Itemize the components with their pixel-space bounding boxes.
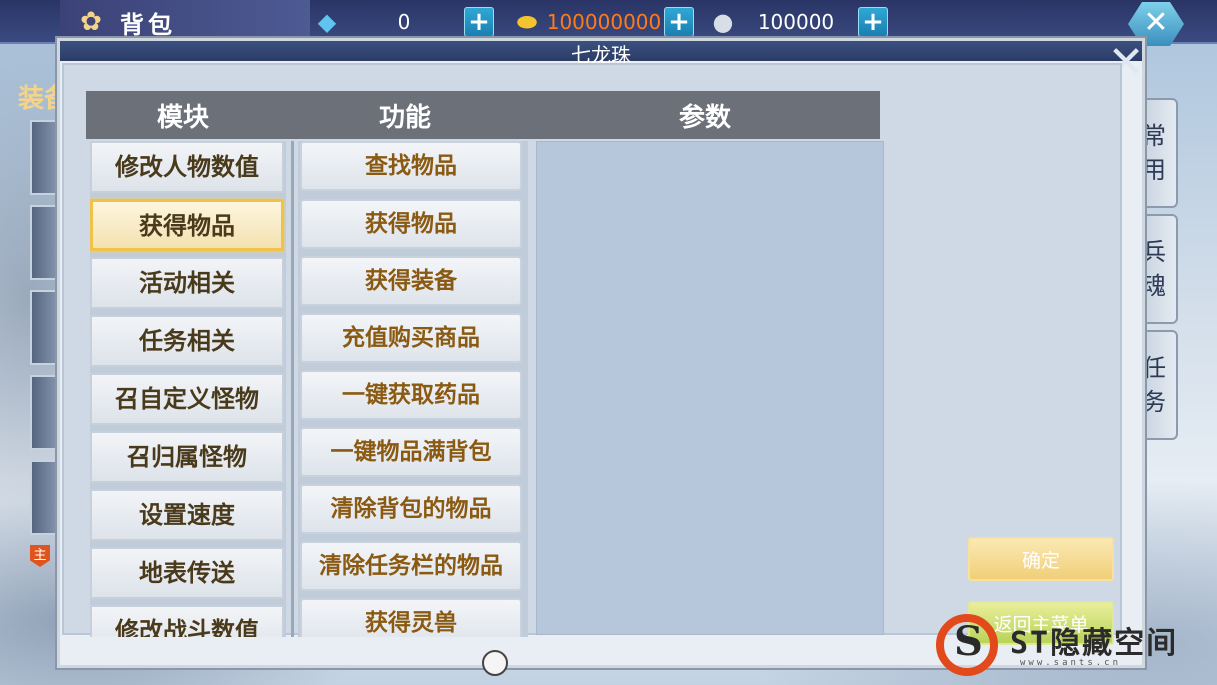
diamond-currency: ◆ 0 + <box>310 6 494 38</box>
module-header: 模块 <box>156 102 209 133</box>
function-item[interactable]: 获得装备 <box>300 256 522 306</box>
function-item[interactable]: 获得灵兽 <box>300 598 522 637</box>
silver-value: 100000 <box>757 10 835 34</box>
side-tab-task[interactable]: 任务 <box>1140 330 1178 440</box>
watermark: S ST隐藏空间 www.sants.cn <box>936 614 1206 680</box>
dialog-body: 模块 功能 参数 修改人物数值 获得物品 活动相关 任务相关 召自定义怪物 召归… <box>62 63 1122 645</box>
function-header: 功能 <box>378 102 431 133</box>
side-tab-soul[interactable]: 兵魂 <box>1140 214 1178 324</box>
function-item[interactable]: 查找物品 <box>300 141 522 191</box>
silver-currency: ● 100000 + <box>706 6 888 38</box>
module-item[interactable]: 活动相关 <box>90 257 284 309</box>
watermark-text: ST隐藏空间 <box>1010 626 1179 661</box>
bag-label: 背包 <box>120 9 176 39</box>
function-item[interactable]: 一键获取药品 <box>300 370 522 420</box>
function-item[interactable]: 清除背包的物品 <box>300 484 522 534</box>
diamond-value: 0 <box>397 10 411 34</box>
equip-slot[interactable] <box>30 290 60 365</box>
module-item[interactable]: 召自定义怪物 <box>90 373 284 425</box>
character-icon <box>482 650 508 676</box>
function-item[interactable]: 一键物品满背包 <box>300 427 522 477</box>
equip-slot[interactable] <box>30 120 60 195</box>
silver-coin-icon: ● <box>712 8 734 36</box>
equip-slot[interactable] <box>30 375 60 450</box>
gold-currency: ⬬ 100000000 + <box>510 6 694 38</box>
module-item[interactable]: 召归属怪物 <box>90 431 284 483</box>
add-silver-button[interactable]: + <box>858 7 888 37</box>
params-panel <box>536 141 884 635</box>
module-item[interactable]: 修改战斗数值 <box>90 605 284 637</box>
function-item[interactable]: 获得物品 <box>300 199 522 249</box>
watermark-url: www.sants.cn <box>1020 658 1122 668</box>
function-item[interactable]: 清除任务栏的物品 <box>300 541 522 591</box>
add-gold-button[interactable]: + <box>664 7 694 37</box>
module-item[interactable]: 任务相关 <box>90 315 284 367</box>
gold-ingot-icon: ⬬ <box>516 8 538 36</box>
diamond-icon: ◆ <box>317 8 337 36</box>
side-tab-common[interactable]: 常用 <box>1140 98 1178 208</box>
module-item[interactable]: 修改人物数值 <box>90 141 284 193</box>
params-header: 参数 <box>678 102 731 133</box>
function-item[interactable]: 充值购买商品 <box>300 313 522 363</box>
table-header: 模块 功能 参数 <box>86 91 880 139</box>
equip-slot[interactable] <box>30 460 60 535</box>
cheat-menu-dialog: 七龙珠 ✕ 模块 功能 参数 修改人物数值 获得物品 活动相关 任务相关 召自定… <box>57 38 1145 668</box>
module-scrollbar[interactable] <box>291 141 294 637</box>
gold-value: 100000000 <box>546 10 662 34</box>
equip-slot[interactable] <box>30 205 60 280</box>
add-diamond-button[interactable]: + <box>464 7 494 37</box>
watermark-logo-letter: S <box>954 618 983 665</box>
module-item[interactable]: 设置速度 <box>90 489 284 541</box>
dialog-header: 七龙珠 <box>60 41 1142 67</box>
confirm-button[interactable]: 确定 <box>968 537 1114 581</box>
module-list[interactable]: 修改人物数值 获得物品 活动相关 任务相关 召自定义怪物 召归属怪物 设置速度 … <box>90 141 286 637</box>
module-item-selected[interactable]: 获得物品 <box>90 199 284 251</box>
module-item[interactable]: 地表传送 <box>90 547 284 599</box>
function-list[interactable]: 查找物品 获得物品 获得装备 充值购买商品 一键获取药品 一键物品满背包 清除背… <box>298 141 528 637</box>
flower-icon: ✿ <box>80 7 102 37</box>
